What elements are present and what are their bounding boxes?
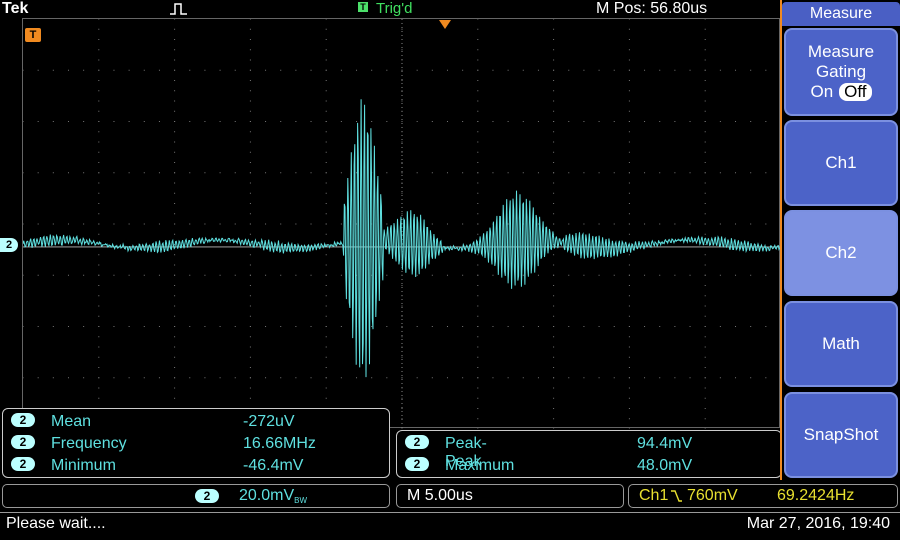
gating-toggle: On Off <box>786 82 896 102</box>
measurement-row-maximum: 2 Maximum 48.0mV <box>405 455 692 477</box>
waveform-graticule[interactable] <box>22 18 781 429</box>
trigger-readout[interactable]: Ch1 760mV 69.2424Hz <box>628 484 898 508</box>
measurement-panel-right: 2 Peak-Peak 94.4mV 2 Maximum 48.0mV <box>396 430 782 478</box>
ch2-ground-marker[interactable]: 2 <box>0 238 18 252</box>
channel-badge: 2 <box>195 489 219 503</box>
snapshot-button[interactable]: SnapShot <box>784 392 898 478</box>
trigger-status-text: Trig'd <box>376 0 413 17</box>
bandwidth-limit-indicator: BW <box>294 496 308 505</box>
gating-label-line1: Measure <box>807 42 875 61</box>
channel-badge: 2 <box>405 434 429 449</box>
trigger-level-marker[interactable]: T <box>25 28 41 42</box>
measurement-row-frequency: 2 Frequency 16.66MHz <box>11 433 316 455</box>
math-button[interactable]: Math <box>784 301 898 387</box>
trigger-frequency-value: 69.2424Hz <box>777 487 855 504</box>
channel-readout-bar: 2 20.0mVBW M 5.00us Ch1 760mV 69.2424Hz <box>0 484 900 510</box>
graticule-svg <box>23 19 781 429</box>
measurement-name: Minimum <box>51 457 116 474</box>
measurement-value: 16.66MHz <box>243 435 316 452</box>
ch2-scale-readout[interactable]: 2 20.0mVBW <box>2 484 390 508</box>
measurement-row-mean: 2 Mean -272uV <box>11 411 295 433</box>
ch1-button[interactable]: Ch1 <box>784 120 898 206</box>
timebase-readout[interactable]: M 5.00us <box>396 484 624 508</box>
measurement-row-peak-peak: 2 Peak-Peak 94.4mV <box>405 433 692 470</box>
trigger-source: Ch1 <box>639 487 669 504</box>
ch2-scale-value: 20.0mV <box>239 487 295 504</box>
measurement-panel-left: 2 Mean -272uV 2 Frequency 16.66MHz 2 Min… <box>2 408 390 478</box>
channel-badge: 2 <box>11 412 35 427</box>
measurement-value: 94.4mV <box>637 435 693 452</box>
status-message: Please wait.... <box>6 515 106 532</box>
measurement-value: -272uV <box>243 413 295 430</box>
measurement-value: 48.0mV <box>637 457 693 474</box>
trigger-position-marker[interactable] <box>439 17 451 35</box>
brand-label: Tek <box>2 0 29 17</box>
horizontal-position-readout: M Pos: 56.80us <box>596 0 708 17</box>
ch2-button[interactable]: Ch2 <box>784 210 898 296</box>
trigger-level-value: 760mV <box>687 487 738 504</box>
channel-badge: 2 <box>405 456 429 471</box>
gating-off-option: Off <box>839 83 872 101</box>
measurement-name: Frequency <box>51 435 127 452</box>
measurement-row-minimum: 2 Minimum -46.4mV <box>11 455 303 477</box>
trigger-status-icon: T <box>358 2 368 12</box>
channel-badge: 2 <box>11 434 35 449</box>
measure-gating-button[interactable]: Measure Gating On Off <box>784 28 898 116</box>
channel-badge: 2 <box>11 456 35 471</box>
gating-label-line2: Gating <box>815 62 867 81</box>
message-bar: Please wait.... Mar 27, 2016, 19:40 <box>0 512 900 539</box>
side-menu: Measure Measure Gating On Off Ch1 Ch2 Mat… <box>780 0 900 480</box>
measurement-name: Mean <box>51 413 92 430</box>
measurement-name: Maximum <box>445 457 515 474</box>
top-status-bar: Tek T Trig'd M Pos: 56.80us <box>0 0 780 18</box>
ch2-vertical-scale: 20.0mVBW <box>239 485 307 512</box>
timebase-value: M 5.00us <box>407 487 473 504</box>
measurement-value: -46.4mV <box>243 457 304 474</box>
gating-on-option: On <box>810 82 834 101</box>
date-time: Mar 27, 2016, 19:40 <box>746 515 890 532</box>
menu-title: Measure <box>782 2 900 26</box>
falling-edge-icon <box>669 485 683 514</box>
